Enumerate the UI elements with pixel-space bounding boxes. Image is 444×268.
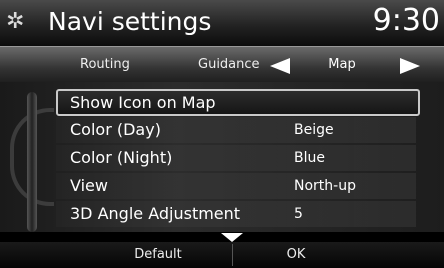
- tab-bar: Routing Guidance Map: [0, 46, 444, 83]
- setting-value: 5: [294, 206, 303, 222]
- tab-map[interactable]: Map: [304, 47, 380, 83]
- divider: [232, 244, 233, 266]
- tab-routing[interactable]: Routing: [80, 47, 130, 83]
- setting-3d-angle-adjustment[interactable]: 3D Angle Adjustment 5: [56, 201, 416, 227]
- default-button[interactable]: Default: [108, 242, 208, 268]
- page-title: Navi settings: [48, 7, 212, 36]
- clock: 9:30: [372, 3, 440, 38]
- setting-label: View: [70, 176, 108, 195]
- setting-label: Show Icon on Map: [70, 93, 216, 112]
- bottom-bar: [0, 242, 444, 268]
- setting-view[interactable]: View North-up: [56, 173, 416, 199]
- title-bar: ✲ Navi settings 9:30: [0, 0, 444, 46]
- setting-label: Color (Night): [70, 148, 173, 167]
- setting-value: Beige: [294, 122, 334, 138]
- setting-color-day[interactable]: Color (Day) Beige: [56, 117, 416, 143]
- arrow-right-icon[interactable]: [400, 58, 420, 74]
- setting-label: Color (Day): [70, 120, 161, 139]
- setting-label: 3D Angle Adjustment: [70, 204, 241, 223]
- tab-guidance[interactable]: Guidance: [198, 47, 260, 83]
- chevron-down-icon[interactable]: [221, 233, 243, 242]
- setting-value: North-up: [294, 178, 356, 194]
- scrollbar[interactable]: [27, 92, 37, 232]
- gear-icon: ✲: [6, 9, 25, 34]
- arrow-left-icon[interactable]: [270, 58, 290, 74]
- setting-color-night[interactable]: Color (Night) Blue: [56, 145, 416, 171]
- ok-button[interactable]: OK: [246, 242, 346, 268]
- setting-value: Blue: [294, 150, 325, 166]
- setting-show-icon-on-map[interactable]: Show Icon on Map: [56, 89, 420, 116]
